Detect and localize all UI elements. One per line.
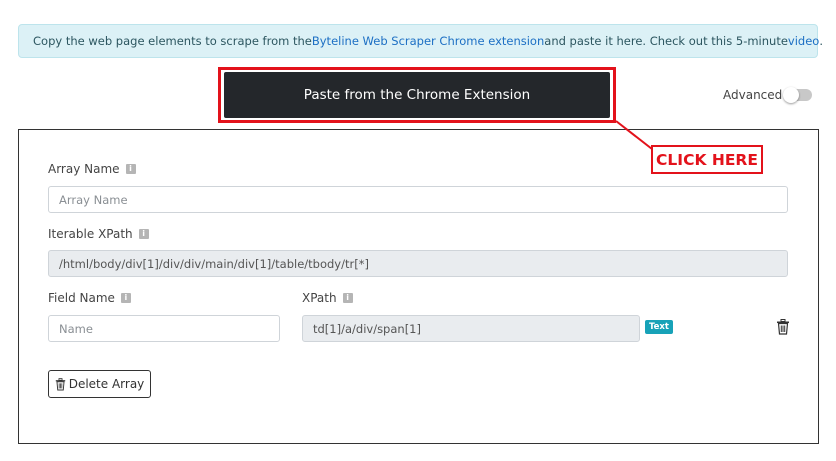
iterable-xpath-label: Iterable XPath — [48, 227, 133, 241]
paste-from-extension-button[interactable]: Paste from the Chrome Extension — [224, 72, 610, 118]
video-link[interactable]: video — [788, 34, 819, 48]
trash-icon — [55, 377, 65, 390]
xpath-input[interactable] — [302, 315, 640, 342]
array-name-label: Array Name — [48, 162, 120, 176]
info-icon[interactable]: i — [138, 229, 149, 239]
chrome-extension-link[interactable]: Byteline Web Scraper Chrome extension — [312, 34, 544, 48]
advanced-label: Advanced — [723, 88, 783, 102]
click-here-callout: CLICK HERE — [651, 145, 763, 174]
info-icon[interactable]: i — [342, 293, 353, 303]
iterable-xpath-label-row: Iterable XPath i — [48, 227, 149, 241]
field-name-label: Field Name — [48, 291, 115, 305]
info-icon[interactable]: i — [125, 164, 136, 174]
info-icon[interactable]: i — [120, 293, 131, 303]
trash-icon[interactable] — [776, 319, 790, 335]
array-name-label-row: Array Name i — [48, 162, 136, 176]
xpath-label: XPath — [302, 291, 337, 305]
field-name-label-row: Field Name i — [48, 291, 131, 305]
field-name-input[interactable] — [48, 315, 280, 342]
xpath-label-row: XPath i — [302, 291, 353, 305]
toggle-knob — [783, 87, 799, 103]
iterable-xpath-input[interactable] — [48, 250, 788, 277]
info-text-before: Copy the web page elements to scrape fro… — [33, 34, 312, 48]
advanced-toggle[interactable] — [783, 87, 812, 103]
array-name-input[interactable] — [48, 186, 788, 213]
info-text-middle: and paste it here. Check out this 5-minu… — [544, 34, 788, 48]
delete-array-label: Delete Array — [68, 377, 145, 391]
field-type-badge[interactable]: Text — [645, 320, 673, 334]
info-banner: Copy the web page elements to scrape fro… — [18, 24, 823, 58]
info-text-after: . — [819, 34, 823, 48]
delete-array-button[interactable]: Delete Array — [48, 370, 151, 398]
